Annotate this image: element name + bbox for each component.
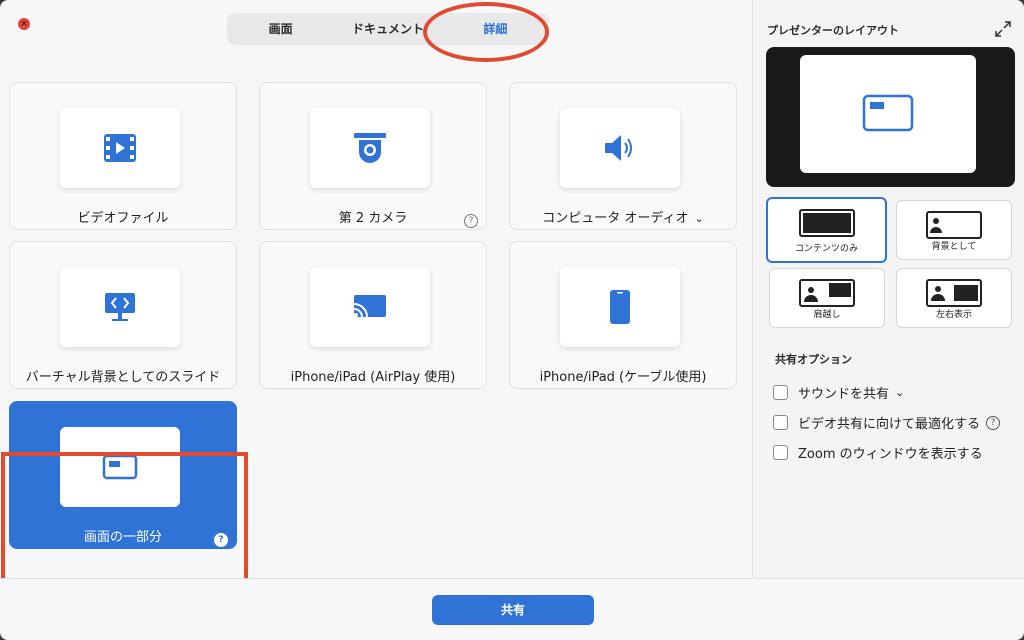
card-label: コンピュータ オーディオ ⌄ <box>510 207 736 226</box>
video-file-icon <box>104 134 136 162</box>
optimize-video-checkbox[interactable] <box>773 415 788 430</box>
option-share-sound[interactable]: サウンドを共有 ⌄ <box>773 383 904 402</box>
card-thumbnail <box>560 108 680 188</box>
card-iphone-cable[interactable]: iPhone/iPad (ケーブル使用) <box>509 241 737 389</box>
as-background-icon <box>926 211 982 239</box>
layout-side-by-side[interactable]: 左右表示 <box>896 268 1012 328</box>
chevron-down-icon[interactable]: ⌄ <box>895 386 904 399</box>
option-show-zoom-windows[interactable]: Zoom のウィンドウを表示する <box>773 443 983 462</box>
layout-label: 左右表示 <box>935 310 972 320</box>
layout-preview <box>766 47 1015 187</box>
card-label: iPhone/iPad (ケーブル使用) <box>539 370 707 385</box>
share-options-title: 共有オプション <box>775 353 852 366</box>
tab-screen[interactable]: 画面 <box>227 13 334 45</box>
card-thumbnail <box>60 108 180 188</box>
layout-over-shoulder[interactable]: 肩越し <box>769 268 885 328</box>
side-by-side-icon <box>926 279 982 307</box>
camera-icon <box>354 133 386 163</box>
help-icon[interactable]: ? <box>986 415 1001 430</box>
close-icon[interactable]: × <box>18 18 30 30</box>
share-button[interactable]: 共有 <box>432 595 594 625</box>
expand-icon[interactable] <box>994 20 1012 38</box>
footer-bar: 共有 <box>0 578 1024 640</box>
screen-portion-icon <box>862 94 914 132</box>
option-label: ビデオ共有に向けて最適化する <box>798 417 981 432</box>
card-label: ビデオファイル <box>77 211 169 226</box>
card-video-file[interactable]: ビデオファイル <box>9 82 237 230</box>
speaker-icon <box>605 135 632 161</box>
card-thumbnail <box>60 267 180 347</box>
card-label-text: コンピュータ オーディオ <box>542 211 689 226</box>
card-second-camera[interactable]: 第 2 カメラ ? <box>259 82 487 230</box>
layout-label: 肩越し <box>813 310 841 320</box>
layout-label: 背景として <box>931 242 977 252</box>
airplay-icon <box>353 295 386 318</box>
layout-content-only[interactable]: コンテンツのみ <box>766 197 887 263</box>
option-optimize-video[interactable]: ビデオ共有に向けて最適化する ? <box>773 413 1001 432</box>
slides-monitor-icon <box>105 293 135 321</box>
layout-as-background[interactable]: 背景として <box>896 200 1012 260</box>
content-only-icon <box>798 209 855 237</box>
card-slides-virtual-background[interactable]: バーチャル背景としてのスライド <box>9 241 237 389</box>
card-label: バーチャル背景としてのスライド <box>25 370 221 385</box>
panel-title: プレゼンターのレイアウト <box>767 24 899 37</box>
card-label: 第 2 カメラ <box>338 211 408 226</box>
card-thumbnail <box>310 108 430 188</box>
option-label: サウンドを共有 <box>798 387 890 402</box>
card-label: iPhone/iPad (AirPlay 使用) <box>290 370 456 385</box>
layout-label: コンテンツのみ <box>794 244 858 254</box>
share-options-grid: ビデオファイル 第 2 カメラ ? コンピュータ オーディオ ⌄ バーチャル背景… <box>0 60 752 618</box>
card-thumbnail <box>560 267 680 347</box>
option-label: Zoom のウィンドウを表示する <box>798 447 983 462</box>
help-icon[interactable]: ? <box>464 214 478 228</box>
chevron-down-icon[interactable]: ⌄ <box>695 212 704 225</box>
presenter-layout-panel: プレゼンターのレイアウト コンテンツのみ 背景として 肩越し 左右表示 共有オプ… <box>752 0 1024 578</box>
card-iphone-airplay[interactable]: iPhone/iPad (AirPlay 使用) <box>259 241 487 389</box>
card-thumbnail <box>310 267 430 347</box>
preview-content <box>800 55 976 173</box>
tab-highlight-annotation <box>423 2 549 62</box>
share-screen-window: × 画面 ドキュメント 詳細 ビデオファイル 第 2 カメラ ? コンピュータ … <box>0 0 1024 640</box>
over-shoulder-icon <box>799 279 855 307</box>
phone-icon <box>610 290 630 324</box>
show-zoom-windows-checkbox[interactable] <box>773 445 788 460</box>
share-sound-checkbox[interactable] <box>773 385 788 400</box>
card-computer-audio[interactable]: コンピュータ オーディオ ⌄ <box>509 82 737 230</box>
